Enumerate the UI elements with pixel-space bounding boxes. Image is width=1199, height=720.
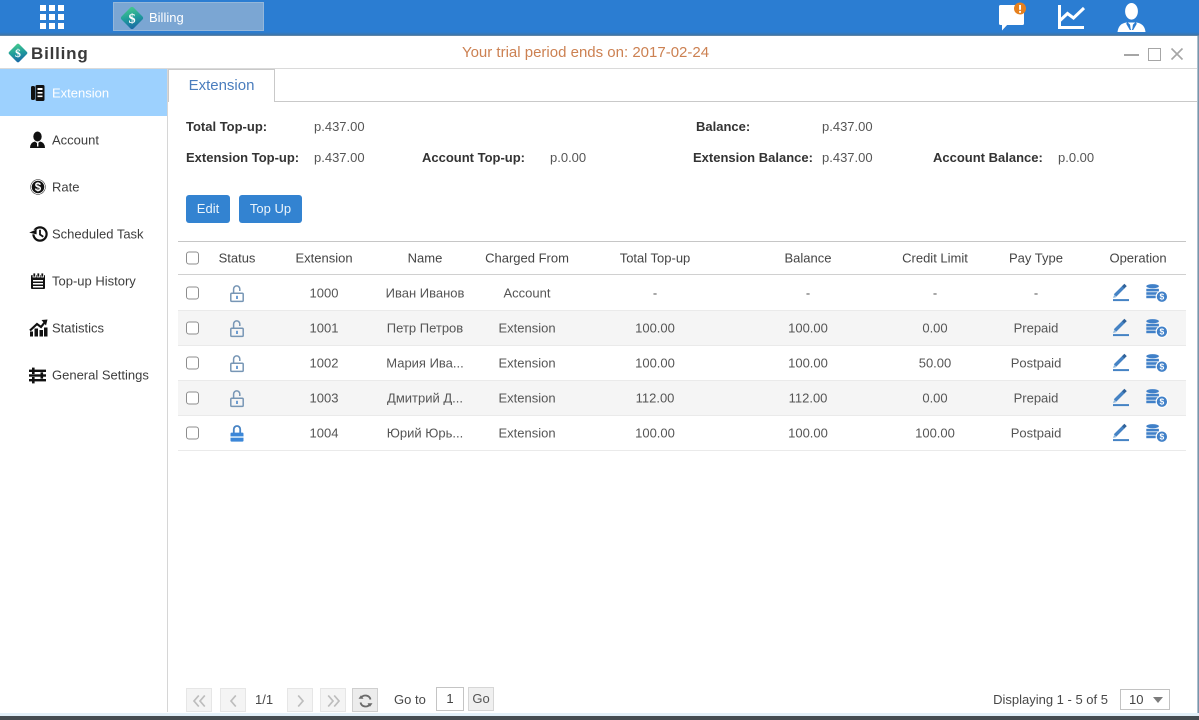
svg-text:$: $ (1160, 292, 1165, 302)
svg-text:$: $ (35, 182, 42, 194)
svg-text:$: $ (1160, 327, 1165, 337)
svg-text:$: $ (1160, 362, 1165, 372)
svg-text:$: $ (128, 11, 135, 27)
svg-text:$: $ (1160, 397, 1165, 407)
svg-text:$: $ (15, 46, 21, 60)
svg-text:$: $ (1160, 432, 1165, 442)
